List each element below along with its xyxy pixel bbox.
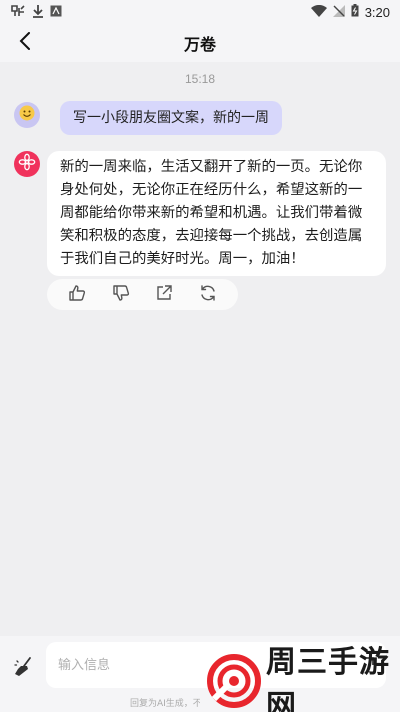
thumbs-down-icon (112, 284, 130, 306)
messenger-icon (10, 4, 26, 21)
thumbs-up-icon (68, 284, 86, 306)
chat-timestamp: 15:18 (184, 72, 216, 86)
status-bar: 3:20 (0, 0, 400, 24)
ai-flower-avatar-icon (18, 153, 36, 175)
regenerate-button[interactable] (193, 280, 223, 310)
smiley-avatar-icon (19, 105, 35, 125)
regenerate-icon (199, 284, 217, 306)
watermark-logo-icon (206, 653, 262, 709)
wifi-icon (310, 4, 327, 20)
message-action-bar (47, 279, 238, 310)
share-icon (155, 284, 173, 306)
back-button[interactable] (10, 28, 40, 58)
dislike-button[interactable] (106, 280, 136, 310)
signal-off-icon (332, 4, 345, 20)
ai-avatar[interactable] (14, 151, 40, 177)
app-header: 万卷 (0, 24, 400, 62)
watermark-text: 周三手游网 (266, 645, 390, 712)
download-icon (32, 4, 44, 21)
user-message-row: 写一小段朋友圈文案，新的一周 (14, 101, 282, 135)
broom-icon (13, 656, 35, 682)
status-left-icons (10, 4, 62, 21)
user-message-bubble[interactable]: 写一小段朋友圈文案，新的一周 (60, 101, 282, 135)
user-avatar[interactable] (14, 102, 40, 128)
ai-message-row: 新的一周来临，生活又翻开了新的一页。无论你身处何处，无论你正在经历什么，希望这新… (14, 151, 386, 276)
ai-message-bubble[interactable]: 新的一周来临，生活又翻开了新的一页。无论你身处何处，无论你正在经历什么，希望这新… (47, 151, 386, 276)
watermark: 周三手游网 (206, 645, 400, 712)
status-right-icons: 3:20 (310, 4, 390, 20)
battery-icon (351, 4, 359, 20)
clear-chat-button[interactable] (11, 656, 37, 682)
page-title: 万卷 (183, 35, 216, 54)
like-button[interactable] (62, 280, 92, 310)
back-chevron-icon (19, 32, 31, 54)
image-icon (50, 5, 62, 20)
share-button[interactable] (149, 280, 179, 310)
ai-disclaimer: 回复为AI生成，不 (130, 699, 200, 709)
status-time: 3:20 (364, 4, 390, 20)
